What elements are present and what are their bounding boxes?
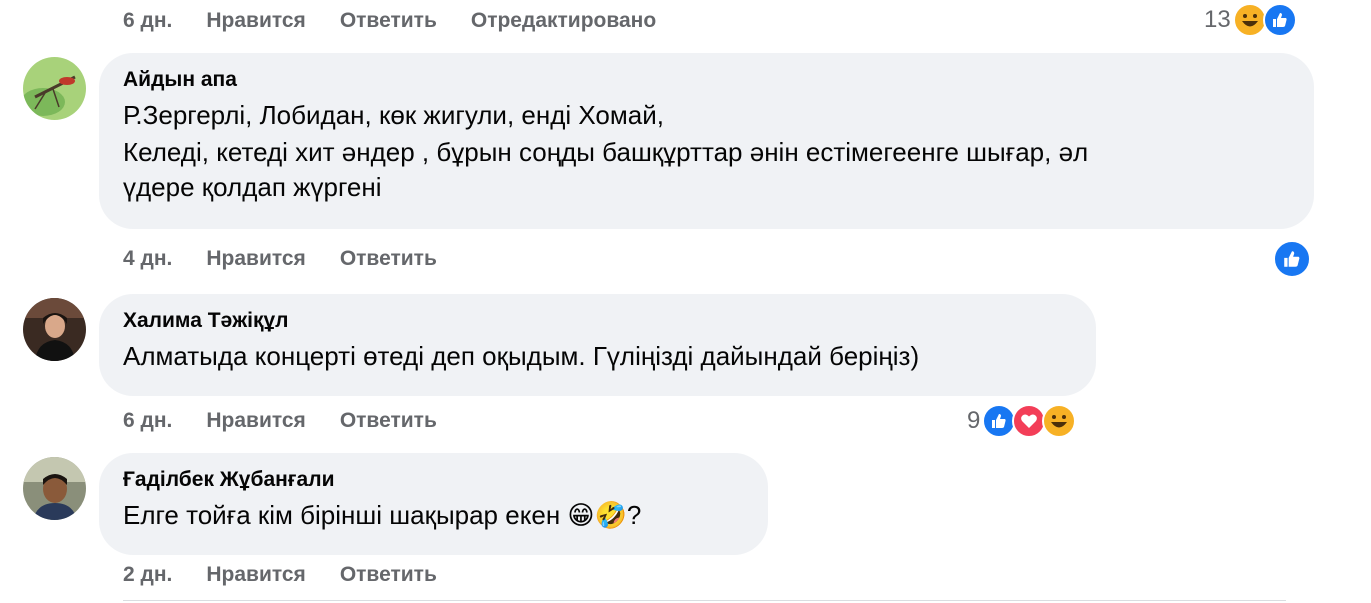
like-link[interactable]: Нравится [206,563,305,587]
reply-link[interactable]: Ответить [340,247,437,271]
comment-meta: 2 дн. Нравится Ответить [123,560,471,590]
reaction-count: 13 [1204,6,1231,33]
comment-bubble: Айдын апа Р.Зергерлі, Лобидан, көк жигул… [99,53,1314,229]
avatar[interactable] [23,57,86,120]
comment-bubble: Халима Тәжіқұл Алматыда концерті өтеді д… [99,294,1096,396]
reply-link[interactable]: Ответить [340,409,437,433]
reply-link[interactable]: Ответить [340,563,437,587]
comment-text: Алматыда концерті өтеді деп оқыдым. Гүлі… [123,338,1072,375]
like-link[interactable]: Нравится [206,247,305,271]
haha-icon [1232,3,1267,37]
reaction-summary-top[interactable]: 13 [1204,3,1297,37]
comment-meta: 6 дн. Нравится Ответить [123,406,471,436]
comment-bubble: Ғаділбек Жұбанғали Елге тойға кім бірінш… [99,453,768,555]
avatar[interactable] [23,457,86,520]
comment-author[interactable]: Халима Тәжіқұл [123,308,1072,334]
comment-time[interactable]: 6 дн. [123,9,172,33]
comment-author[interactable]: Ғаділбек Жұбанғали [123,467,744,493]
comment-author[interactable]: Айдын апа [123,67,1290,93]
reaction-count: 9 [967,407,981,434]
like-icon [982,404,1017,438]
comment-meta: 4 дн. Нравится Ответить [123,244,471,274]
like-icon [1262,3,1297,37]
comment-line: үдере қолдап жүргені [123,172,382,202]
comment-text: Р.Зергерлі, Лобидан, көк жигули, енді Хо… [123,97,1290,206]
reaction-summary[interactable]: 9 [967,404,1077,438]
divider [123,600,1286,601]
comment-text: Елге тойға кім бірінші шақырар екен 😁🤣? [123,497,744,534]
reply-link[interactable]: Ответить [340,9,437,33]
comment-line: Р.Зергерлі, Лобидан, көк жигули, енді Хо… [123,100,664,130]
edited-label: Отредактировано [470,9,657,32]
comment-time[interactable]: 6 дн. [123,409,172,433]
comment-time[interactable]: 2 дн. [123,563,172,587]
comment-line: Алматыда концерті өтеді деп оқыдым. Гүлі… [123,341,920,371]
reaction-summary[interactable] [1273,240,1311,278]
love-icon [1012,404,1047,438]
comment-meta-top: 6 дн. Нравится Ответить Отредактировано [123,6,690,36]
haha-icon [1042,404,1077,438]
comment-line: Келеді, кетеді хит әндер , бұрын соңды б… [123,137,1089,167]
comment-line: Елге тойға кім бірінші шақырар екен 😁🤣? [123,500,642,530]
like-icon [1273,240,1311,278]
comment-time[interactable]: 4 дн. [123,247,172,271]
like-link[interactable]: Нравится [206,9,305,33]
like-link[interactable]: Нравится [206,409,305,433]
avatar[interactable] [23,298,86,361]
